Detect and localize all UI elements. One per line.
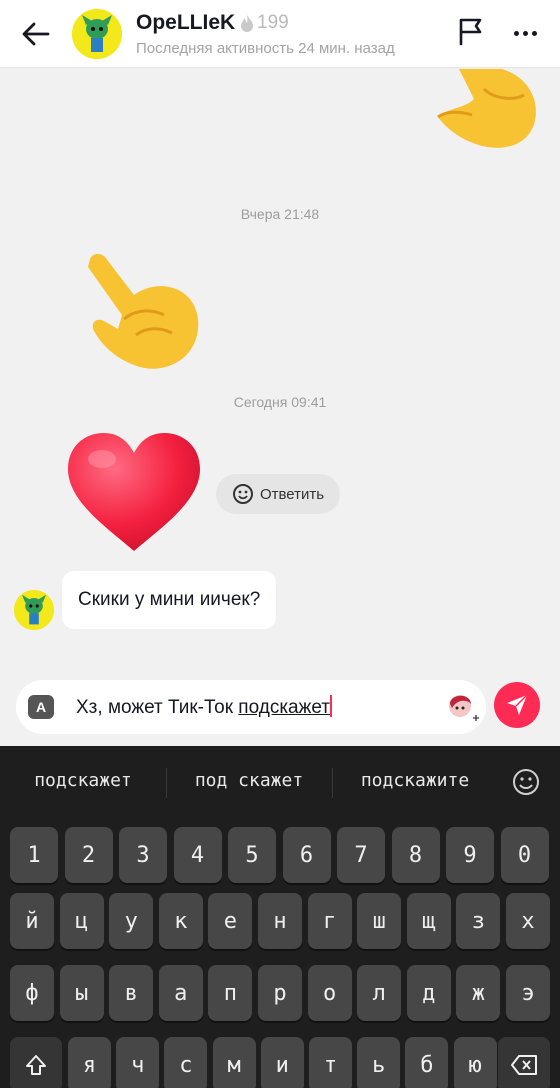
emoji-message-point[interactable] bbox=[84, 249, 204, 373]
key-letter[interactable]: л bbox=[357, 965, 402, 1021]
key-letter[interactable]: и bbox=[260, 1037, 304, 1088]
key-letter[interactable]: у bbox=[109, 893, 154, 949]
avatar[interactable] bbox=[72, 9, 122, 59]
key-1[interactable]: 1 bbox=[10, 827, 58, 883]
key-letter[interactable]: е bbox=[208, 893, 253, 949]
key-letter[interactable]: д bbox=[406, 965, 451, 1021]
send-icon bbox=[507, 694, 528, 715]
suggestion-bar: подскажет под скажет подскажите bbox=[0, 746, 560, 820]
timestamp: Вчера 21:48 bbox=[240, 206, 320, 222]
key-letter[interactable]: я bbox=[68, 1037, 111, 1088]
key-letter[interactable]: а bbox=[158, 965, 203, 1021]
key-letter[interactable]: ь bbox=[357, 1037, 401, 1088]
emoji-reaction-icon bbox=[232, 484, 253, 504]
flag-icon bbox=[459, 18, 482, 46]
key-letter[interactable]: м bbox=[212, 1037, 256, 1088]
streak-badge: 199 bbox=[240, 12, 289, 34]
key-letter[interactable]: в bbox=[109, 965, 154, 1021]
key-letter[interactable]: ж bbox=[456, 965, 501, 1021]
username[interactable]: OpeLLIeK bbox=[136, 11, 235, 35]
key-2[interactable]: 2 bbox=[64, 827, 113, 883]
backspace-icon bbox=[511, 1055, 537, 1075]
input-text[interactable]: Хз, может Тик-Ток подскажет bbox=[76, 695, 332, 719]
sender-avatar[interactable] bbox=[14, 590, 54, 630]
emoji-message-heart[interactable] bbox=[66, 431, 202, 553]
key-8[interactable]: 8 bbox=[391, 827, 440, 883]
key-letter[interactable]: п bbox=[208, 965, 253, 1021]
keyboard-switch-icon[interactable]: A bbox=[28, 695, 54, 719]
sticker-icon[interactable] bbox=[444, 690, 480, 726]
reply-label: Ответить bbox=[259, 485, 325, 503]
chat-area[interactable]: Вчера 21:48 Сегодня 09:41 Ответить Скики… bbox=[0, 69, 560, 745]
divider bbox=[166, 768, 167, 798]
text-caret bbox=[329, 695, 332, 717]
composer: A Хз, может Тик-Ток подскажет bbox=[0, 675, 560, 745]
divider bbox=[332, 768, 333, 798]
key-letter[interactable]: з bbox=[456, 893, 501, 949]
backspace-key[interactable] bbox=[498, 1037, 550, 1088]
last-activity: Последняя активность 24 мин. назад bbox=[136, 40, 395, 57]
message-text: Скики у мини иичек? bbox=[78, 589, 261, 610]
streak-count: 199 bbox=[257, 12, 289, 33]
key-letter[interactable]: р bbox=[258, 965, 302, 1021]
key-letter[interactable]: ю bbox=[453, 1037, 497, 1088]
key-letter[interactable]: о bbox=[307, 965, 352, 1021]
key-4[interactable]: 4 bbox=[173, 827, 222, 883]
reply-button[interactable]: Ответить bbox=[216, 474, 340, 514]
timestamp: Сегодня 09:41 bbox=[233, 394, 327, 410]
key-5[interactable]: 5 bbox=[228, 827, 276, 883]
key-letter[interactable]: ч bbox=[116, 1037, 160, 1088]
key-6[interactable]: 6 bbox=[282, 827, 331, 883]
report-button[interactable] bbox=[456, 16, 490, 50]
avatar-image bbox=[14, 590, 54, 630]
message-input[interactable]: A Хз, может Тик-Ток подскажет bbox=[16, 680, 486, 734]
key-letter[interactable]: щ bbox=[406, 893, 451, 949]
key-9[interactable]: 9 bbox=[446, 827, 494, 883]
key-letter[interactable]: э bbox=[506, 965, 550, 1021]
suggestion-item[interactable]: подскажите bbox=[340, 770, 490, 791]
flame-icon bbox=[241, 15, 253, 32]
suggestion-item[interactable]: подскажет bbox=[8, 770, 158, 791]
key-3[interactable]: 3 bbox=[119, 827, 167, 883]
key-letter[interactable]: г bbox=[307, 893, 352, 949]
key-letter[interactable]: т bbox=[309, 1037, 352, 1088]
key-0[interactable]: 0 bbox=[500, 827, 549, 883]
emoji-message-point-down[interactable] bbox=[424, 69, 544, 159]
arrow-left-icon bbox=[22, 22, 50, 46]
message-bubble[interactable]: Скики у мини иичек? bbox=[62, 571, 277, 629]
key-letter[interactable]: н bbox=[258, 893, 302, 949]
back-button[interactable] bbox=[16, 14, 56, 54]
suggestion-item[interactable]: под скажет bbox=[174, 770, 324, 791]
key-letter[interactable]: с bbox=[164, 1037, 208, 1088]
shift-key[interactable] bbox=[10, 1037, 62, 1088]
key-letter[interactable]: ш bbox=[357, 893, 402, 949]
key-letter[interactable]: б bbox=[405, 1037, 449, 1088]
send-button[interactable] bbox=[494, 682, 540, 728]
key-letter[interactable]: ы bbox=[59, 965, 104, 1021]
avatar-image bbox=[72, 9, 122, 59]
key-letter[interactable]: й bbox=[10, 893, 54, 949]
key-letter[interactable]: х bbox=[506, 893, 550, 949]
key-7[interactable]: 7 bbox=[337, 827, 385, 883]
input-text-plain: Хз, может Тик-Ток bbox=[76, 697, 239, 718]
more-button[interactable] bbox=[506, 18, 544, 48]
key-letter[interactable]: к bbox=[158, 893, 203, 949]
emoji-keyboard-icon[interactable] bbox=[510, 766, 542, 798]
shift-icon bbox=[26, 1055, 46, 1075]
key-letter[interactable]: ф bbox=[10, 965, 54, 1021]
keyboard: подскажет под скажет подскажите 12345678… bbox=[0, 746, 560, 1088]
chat-header: OpeLLIeK 199 Последняя активность 24 мин… bbox=[0, 0, 560, 68]
input-text-autocorrect: подскажет bbox=[238, 697, 330, 718]
key-letter[interactable]: ц bbox=[59, 893, 104, 949]
more-horizontal-icon bbox=[513, 30, 519, 36]
